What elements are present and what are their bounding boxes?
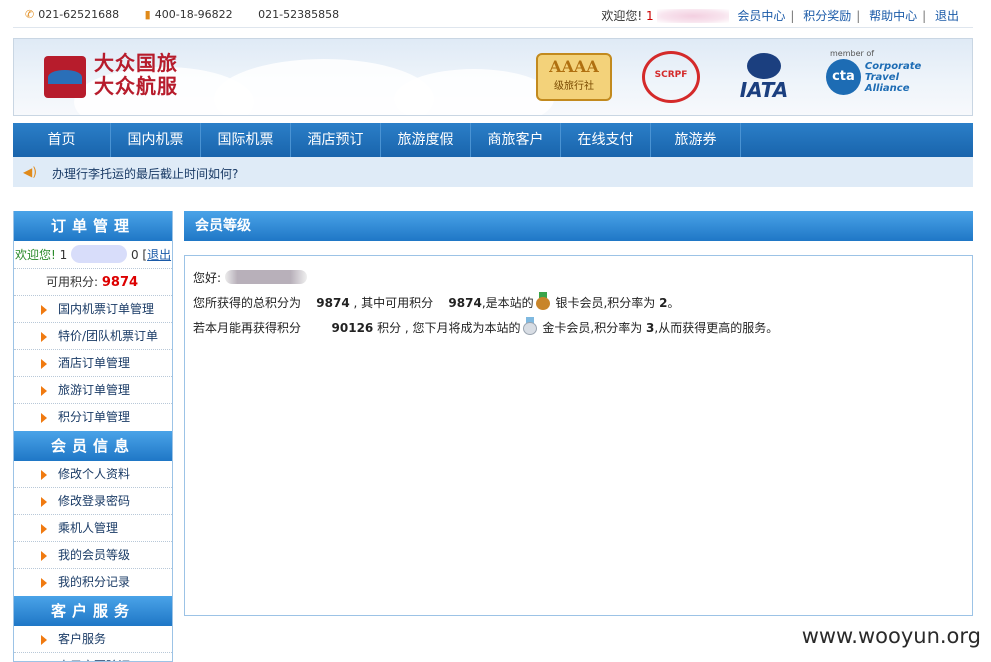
nav-hotel-booking[interactable]: 酒店预订	[291, 123, 381, 157]
aaaa-badge: AAAA 级旅行社	[534, 49, 614, 105]
watermark: www.wooyun.org	[801, 624, 981, 648]
iata-logo: IATA	[724, 49, 804, 105]
sidebar-item-change-password[interactable]: 修改登录密码	[14, 488, 172, 515]
member-center-link[interactable]: 会员中心	[737, 9, 785, 23]
sidebar-item-passenger-management[interactable]: 乘机人管理	[14, 515, 172, 542]
sidebar-logout-link[interactable]: 退出	[147, 248, 171, 262]
main-nav: 首页 国内机票 国际机票 酒店预订 旅游度假 商旅客户 在线支付 旅游券	[13, 123, 973, 157]
nav-travel-vacation[interactable]: 旅游度假	[381, 123, 471, 157]
header-banner: 大众国旅 大众航服 AAAA 级旅行社 SCRPF IATA member of…	[13, 38, 973, 116]
logout-link[interactable]: 退出	[935, 9, 959, 23]
notice-bar: ◀) 办理行李托运的最后截止时间如何?	[13, 157, 973, 187]
nav-business-clients[interactable]: 商旅客户	[471, 123, 561, 157]
sidebar-item-edit-profile[interactable]: 修改个人资料	[14, 461, 172, 488]
phone-contact-1: ✆ 021-62521688	[25, 8, 120, 21]
notice-link[interactable]: 办理行李托运的最后截止时间如何?	[52, 165, 238, 182]
nav-online-payment[interactable]: 在线支付	[561, 123, 651, 157]
silver-member-medal-icon	[535, 292, 550, 310]
top-bar: ✆ 021-62521688 ▮ 400-18-96822 021-52385858…	[13, 0, 973, 28]
globe-icon	[747, 53, 781, 79]
username-redacted	[71, 245, 128, 263]
order-management-header: 订单管理	[14, 211, 172, 241]
sidebar-item-points-record[interactable]: 我的积分记录	[14, 569, 172, 596]
speaker-icon: ◀)	[23, 165, 37, 179]
site-logo[interactable]: 大众国旅 大众航服	[94, 52, 178, 98]
nav-domestic-flights[interactable]: 国内机票	[111, 123, 201, 157]
greeting-line: 您好:	[193, 266, 964, 291]
sidebar-item-domestic-orders[interactable]: 国内机票订单管理	[14, 296, 172, 323]
mobile-icon: ▮	[144, 8, 151, 21]
username: 1	[646, 9, 654, 23]
sidebar-item-eticket-verify[interactable]: 电子客票验证	[14, 653, 172, 661]
points-reward-link[interactable]: 积分奖励	[803, 9, 851, 23]
phone-contact-2: ▮ 400-18-96822	[144, 8, 233, 21]
cta-logo: member of cta Corporate Travel Alliance	[826, 49, 956, 105]
member-info-header: 会员信息	[14, 431, 172, 461]
contact-info: ✆ 021-62521688 ▮ 400-18-96822 021-52385858	[25, 8, 361, 21]
logo-icon	[44, 56, 86, 98]
welcome-text: 欢迎您!	[601, 9, 643, 23]
scrpf-logo: SCRPF	[636, 49, 706, 105]
sidebar-welcome: 欢迎您! 1 0 [退出]	[14, 241, 172, 269]
sidebar-item-member-level[interactable]: 我的会员等级	[14, 542, 172, 569]
customer-service-header: 客户服务	[14, 596, 172, 626]
upgrade-info-line: 若本月能再获得积分 90126 积分 , 您下月将成为本站的 金卡会员,积分率为…	[193, 316, 964, 341]
user-links: 欢迎您! 1 会员中心 | 积分奖励 | 帮助中心 | 退出	[601, 9, 959, 23]
member-level-panel: 您好: 您所获得的总积分为 9874 , 其中可用积分 9874,是本站的 银卡…	[184, 255, 973, 616]
gold-member-medal-icon	[522, 317, 537, 335]
help-center-link[interactable]: 帮助中心	[869, 9, 917, 23]
nav-travel-voucher[interactable]: 旅游券	[651, 123, 741, 157]
sidebar-item-travel-orders[interactable]: 旅游订单管理	[14, 377, 172, 404]
points-summary-line: 您所获得的总积分为 9874 , 其中可用积分 9874,是本站的 银卡会员,积…	[193, 291, 964, 316]
available-points: 可用积分: 9874	[14, 269, 172, 296]
sidebar: 订单管理 欢迎您! 1 0 [退出] 可用积分: 9874 国内机票订单管理 特…	[13, 211, 173, 662]
sidebar-item-customer-service[interactable]: 客户服务	[14, 626, 172, 653]
username-redacted	[657, 9, 730, 23]
nav-international-flights[interactable]: 国际机票	[201, 123, 291, 157]
sidebar-item-points-orders[interactable]: 积分订单管理	[14, 404, 172, 431]
phone-icon: ✆	[25, 8, 35, 21]
phone-contact-3: 021-52385858	[258, 8, 340, 21]
nav-home[interactable]: 首页	[13, 123, 111, 157]
sidebar-item-hotel-orders[interactable]: 酒店订单管理	[14, 350, 172, 377]
name-redacted	[224, 270, 307, 284]
sidebar-item-special-group-orders[interactable]: 特价/团队机票订单	[14, 323, 172, 350]
page-title: 会员等级	[184, 211, 973, 241]
